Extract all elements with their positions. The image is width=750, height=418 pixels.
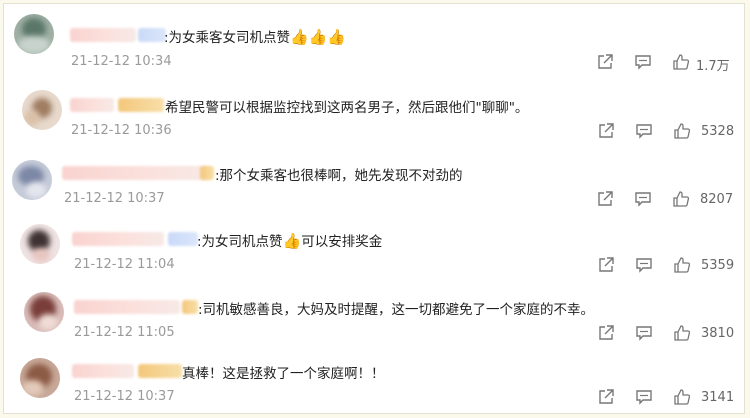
comment-text: :为女乘客女司机点赞👍👍👍 (164, 28, 347, 46)
comment-time: 21-12-12 10:37 (74, 389, 175, 404)
like-icon[interactable] (673, 324, 693, 344)
username[interactable] (70, 98, 114, 112)
username[interactable] (72, 364, 134, 378)
user-badge (118, 98, 164, 112)
comment-actions: 8207 (596, 190, 744, 210)
like-icon[interactable] (673, 256, 693, 276)
like-count: 5328 (701, 124, 735, 139)
avatar[interactable] (20, 358, 60, 398)
comment-text: 真棒！这是拯救了一个家庭啊！！ (182, 366, 385, 382)
comment-list: :为女乘客女司机点赞👍👍👍 21-12-12 10:34 1.7万 希望民警可以… (3, 3, 745, 414)
thumbs-up-emoji: 👍 (282, 232, 302, 250)
comment-text: 希望民警可以根据监控找到这两名男子，然后跟他们"聊聊"。 (165, 100, 529, 116)
comment-icon[interactable] (635, 256, 655, 276)
comment-icon[interactable] (634, 190, 654, 210)
comment-item: :为女司机点赞👍可以安排奖金 21-12-12 11:04 5359 (4, 210, 744, 276)
share-icon[interactable] (597, 256, 617, 276)
like-count: 8207 (700, 192, 734, 207)
like-count: 3810 (701, 326, 735, 341)
comment-time: 21-12-12 10:36 (71, 123, 172, 138)
comment-item: :为女乘客女司机点赞👍👍👍 21-12-12 10:34 1.7万 (4, 8, 744, 74)
comment-item: :那个女乘客也很棒啊，她先发现不对劲的 21-12-12 10:37 8207 (4, 144, 744, 210)
comment-time: 21-12-12 11:04 (74, 257, 175, 272)
comment-actions: 5328 (597, 122, 744, 142)
username[interactable] (74, 300, 180, 314)
share-icon[interactable] (597, 388, 617, 408)
avatar[interactable] (22, 90, 62, 130)
share-icon[interactable] (596, 53, 616, 73)
comment-actions: 1.7万 (596, 53, 744, 74)
username[interactable] (70, 28, 136, 42)
like-count: 5359 (701, 258, 735, 273)
like-icon[interactable] (673, 388, 693, 408)
user-badge (138, 28, 166, 42)
comment-text: :为女司机点赞👍可以安排奖金 (197, 232, 383, 250)
avatar[interactable] (20, 224, 60, 264)
user-badge (138, 364, 182, 378)
user-badge (182, 300, 198, 314)
comment-item: 希望民警可以根据监控找到这两名男子，然后跟他们"聊聊"。 21-12-12 10… (4, 76, 744, 142)
comment-item: 真棒！这是拯救了一个家庭啊！！ 21-12-12 10:37 3141 (4, 344, 744, 410)
avatar[interactable] (12, 160, 52, 200)
like-icon[interactable] (673, 122, 693, 142)
comment-item: :司机敏感善良，大妈及时提醒，这一切都避免了一个家庭的不幸。 21-12-12 … (4, 278, 744, 344)
comment-text: :司机敏感善良，大妈及时提醒，这一切都避免了一个家庭的不幸。 (198, 302, 595, 318)
share-icon[interactable] (597, 122, 617, 142)
user-badge (168, 232, 198, 246)
comment-actions: 3810 (597, 324, 744, 344)
comment-icon[interactable] (635, 324, 655, 344)
comment-icon[interactable] (634, 53, 654, 73)
share-icon[interactable] (596, 190, 616, 210)
like-icon[interactable] (672, 190, 692, 210)
like-icon[interactable] (672, 53, 692, 73)
thumbs-up-emoji: 👍👍👍 (290, 28, 347, 46)
comment-actions: 3141 (597, 388, 744, 408)
share-icon[interactable] (597, 324, 617, 344)
comment-time: 21-12-12 11:05 (74, 325, 175, 340)
comment-time: 21-12-12 10:34 (71, 54, 172, 69)
username[interactable] (62, 166, 210, 180)
avatar[interactable] (14, 14, 54, 54)
like-count: 1.7万 (696, 59, 730, 74)
username[interactable] (72, 232, 164, 246)
avatar[interactable] (24, 292, 64, 332)
comment-icon[interactable] (635, 388, 655, 408)
comment-icon[interactable] (635, 122, 655, 142)
user-badge (200, 166, 214, 180)
like-count: 3141 (701, 390, 735, 405)
comment-actions: 5359 (597, 256, 744, 276)
comment-time: 21-12-12 10:37 (64, 191, 165, 206)
comment-text: :那个女乘客也很棒啊，她先发现不对劲的 (215, 168, 463, 184)
